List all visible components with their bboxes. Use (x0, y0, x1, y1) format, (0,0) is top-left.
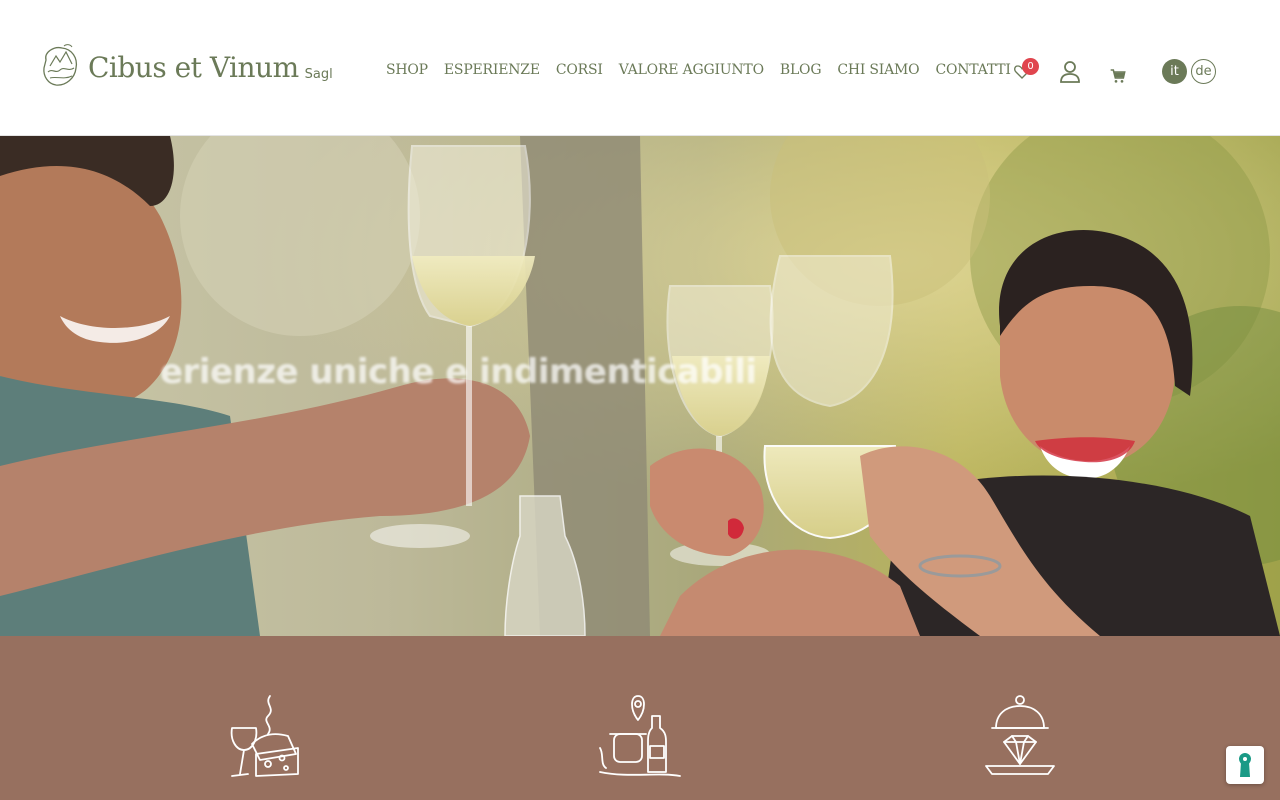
lang-it[interactable]: it (1162, 59, 1187, 84)
cart-button[interactable] (1106, 64, 1130, 88)
site-header: Cibus et Vinum Sagl SHOP ESPERIENZE CORS… (0, 0, 1280, 136)
cart-icon (1110, 69, 1126, 83)
hero-banner: erienze uniche e indimenticabili (0, 136, 1280, 636)
account-button[interactable] (1058, 60, 1082, 84)
lang-de[interactable]: de (1191, 59, 1216, 84)
main-nav: SHOP ESPERIENZE CORSI VALORE AGGIUNTO BL… (386, 62, 1011, 78)
nav-item-valore-aggiunto[interactable]: VALORE AGGIUNTO (619, 62, 764, 78)
nav-item-chi-siamo[interactable]: CHI SIAMO (837, 62, 919, 78)
brand-name: Cibus et Vinum (88, 51, 299, 84)
nav-item-esperienze[interactable]: ESPERIENZE (444, 62, 540, 78)
logo-mark-icon (43, 44, 78, 86)
keyhole-icon (1239, 753, 1251, 777)
nav-item-contatti[interactable]: CONTATTI (935, 62, 1010, 78)
user-icon (1060, 61, 1080, 83)
privacy-settings-button[interactable] (1226, 746, 1264, 784)
wishlist-count-badge: 0 (1022, 58, 1039, 75)
brand-suffix: Sagl (304, 67, 333, 82)
wine-cheese-icon (230, 695, 299, 777)
nav-item-blog[interactable]: BLOG (780, 62, 822, 78)
nav-item-shop[interactable]: SHOP (386, 62, 428, 78)
brand-logo[interactable]: Cibus et Vinum Sagl (40, 42, 333, 90)
wishlist-button[interactable]: 0 (1010, 58, 1039, 84)
features-section (0, 636, 1280, 800)
cloche-diamond-icon (985, 695, 1055, 775)
language-switcher: it de (1162, 59, 1216, 84)
hero-caption: erienze uniche e indimenticabili (160, 352, 757, 392)
nav-item-corsi[interactable]: CORSI (556, 62, 603, 78)
local-products-icon (599, 695, 681, 777)
header-icons: 0 (1010, 56, 1130, 88)
